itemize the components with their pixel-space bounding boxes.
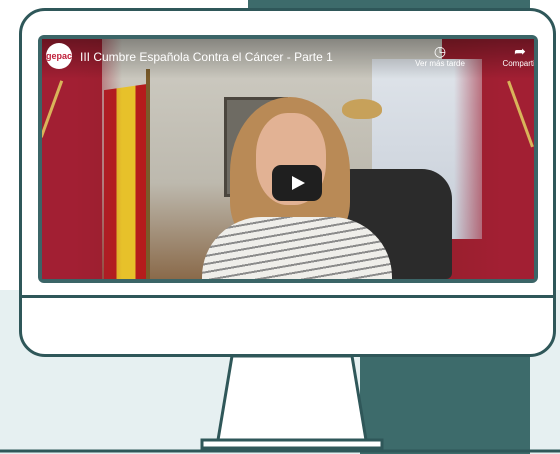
share-button[interactable]: ➦ Compartir [490, 43, 534, 68]
watch-later-label: Ver más tarde [415, 59, 465, 68]
play-icon [292, 176, 305, 190]
embedded-video-player[interactable]: gepac III Cumbre Española Contra el Cánc… [42, 39, 534, 279]
monitor-base [200, 438, 384, 450]
channel-logo[interactable]: gepac [46, 43, 72, 69]
video-scene-lamp [342, 99, 382, 119]
monitor-neck [216, 354, 368, 442]
monitor: gepac III Cumbre Española Contra el Cánc… [19, 8, 556, 357]
screen-frame: gepac III Cumbre Española Contra el Cánc… [38, 35, 538, 283]
share-label: Compartir [502, 59, 534, 68]
video-scene-flag-pole [146, 69, 150, 279]
video-title[interactable]: III Cumbre Española Contra el Cáncer - P… [80, 50, 333, 64]
watch-later-button[interactable]: ◷ Ver más tarde [410, 43, 470, 68]
monitor-chin-divider [22, 295, 553, 298]
play-button[interactable] [272, 165, 322, 201]
clock-icon: ◷ [433, 43, 447, 59]
share-arrow-icon: ➦ [514, 43, 526, 59]
video-scene-speaker-body [202, 217, 392, 279]
